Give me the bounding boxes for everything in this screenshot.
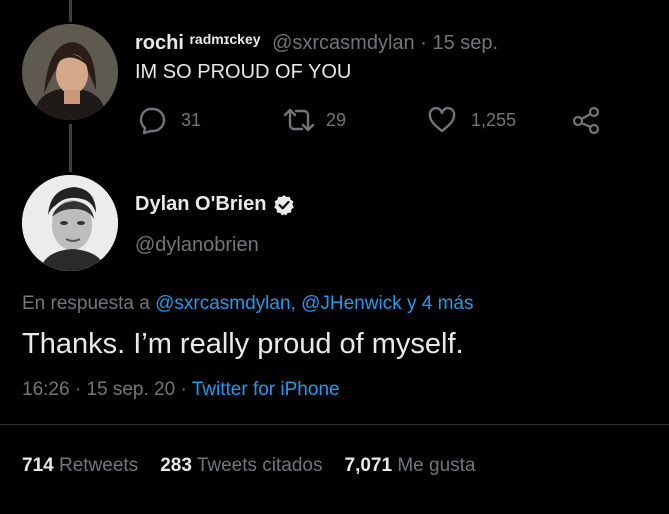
tweet-time: 16:26 <box>22 379 70 400</box>
retweet-icon <box>282 106 316 134</box>
reply-author-name-suffix: radmɪckey <box>189 31 261 47</box>
reply-date[interactable]: 15 sep. <box>432 32 498 54</box>
tweet-meta-separator-1: · <box>74 379 82 400</box>
reply-tweet-text: IM SO PROUD OF YOU <box>135 61 352 83</box>
avatar-dylanobrien[interactable] <box>22 175 118 271</box>
likes-label: Me gusta <box>397 455 476 476</box>
avatar-rochi[interactable] <box>22 24 118 120</box>
retweets-count: 714 <box>22 455 54 476</box>
main-author-name[interactable]: Dylan O'Brien <box>135 193 266 216</box>
verified-badge-icon <box>273 194 295 216</box>
reply-context-prefix: En respuesta a <box>22 293 150 314</box>
quote-tweets-label: Tweets citados <box>196 455 323 476</box>
main-author-handle[interactable]: @dylanobrien <box>135 234 259 257</box>
retweet-button[interactable]: 29 <box>282 106 346 134</box>
divider <box>0 424 669 425</box>
quote-tweets-stat[interactable]: 283 Tweets citados <box>160 455 322 477</box>
likes-stat[interactable]: 7,071 Me gusta <box>345 455 476 477</box>
retweet-count: 29 <box>326 109 347 130</box>
quote-tweets-count: 283 <box>160 455 192 476</box>
retweets-stat[interactable]: 714 Retweets <box>22 455 138 477</box>
like-button[interactable]: 1,255 <box>427 106 516 134</box>
reply-context-mentions[interactable]: @sxrcasmdylan, @JHenwick y 4 más <box>155 293 473 314</box>
like-count: 1,255 <box>471 109 517 130</box>
tweet-meta-separator-2: · <box>180 379 187 400</box>
thread-line-top <box>69 0 72 22</box>
thread-line-bottom <box>69 124 72 172</box>
reply-icon <box>135 106 167 134</box>
share-icon <box>571 106 601 134</box>
share-button[interactable] <box>571 106 601 134</box>
retweets-label: Retweets <box>58 455 139 476</box>
likes-count: 7,071 <box>344 455 393 476</box>
reply-count: 31 <box>181 109 202 130</box>
reply-separator: · <box>420 32 427 54</box>
tweet-date: 15 sep. 20 <box>86 379 176 400</box>
avatar-rochi-image <box>22 24 118 120</box>
reply-button[interactable]: 31 <box>135 106 201 134</box>
reply-author-name[interactable]: rochi <box>135 32 184 54</box>
like-icon <box>427 106 457 134</box>
main-tweet-text: Thanks. I’m really proud of myself. <box>22 328 464 360</box>
reply-author-handle[interactable]: @sxrcasmdylan <box>272 32 415 54</box>
tweet-source[interactable]: Twitter for iPhone <box>192 379 340 400</box>
avatar-dylanobrien-image <box>22 175 118 271</box>
